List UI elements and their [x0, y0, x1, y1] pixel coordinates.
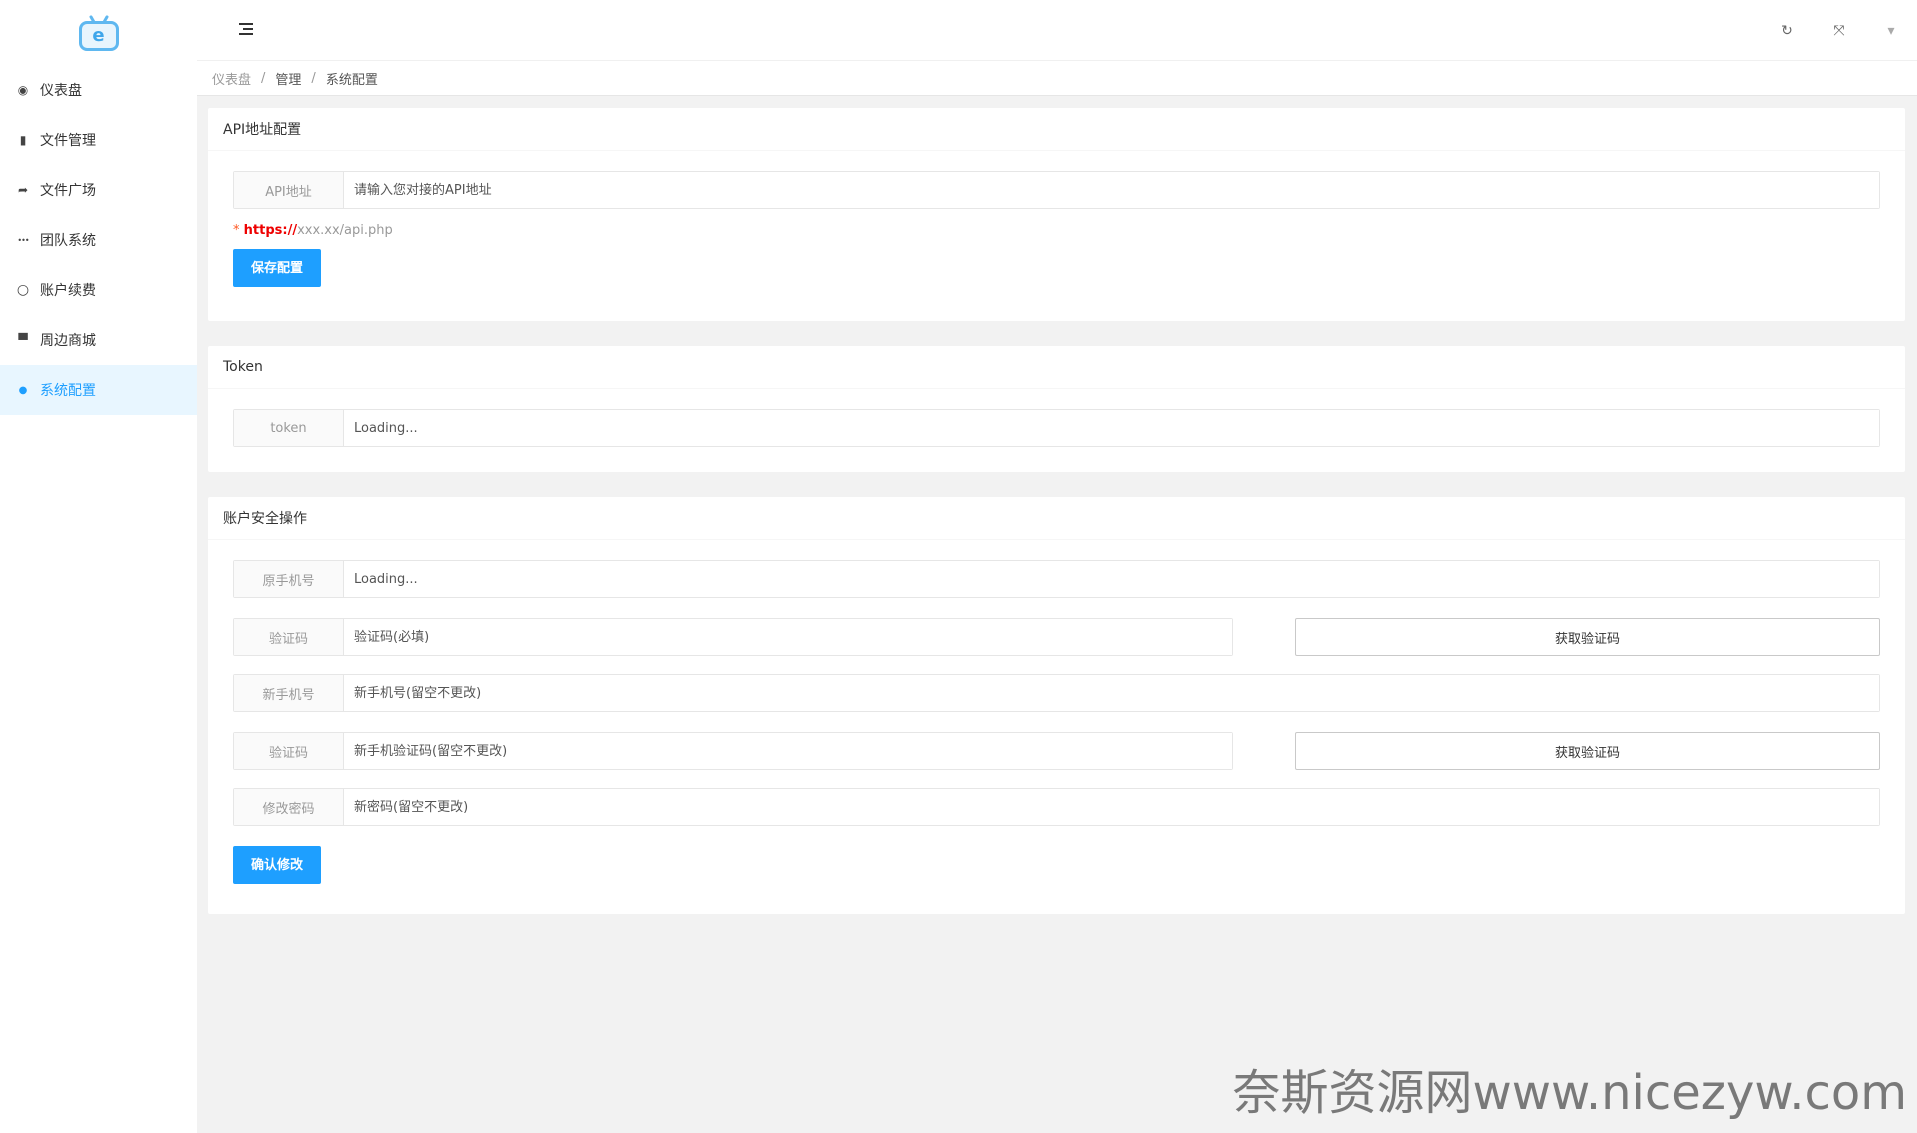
field-label: 验证码: [234, 619, 344, 655]
dashboard-icon: ◉: [17, 83, 29, 97]
old-phone-input[interactable]: [344, 561, 1879, 597]
sidebar-item-label: 周边商城: [40, 333, 96, 349]
sidebar-item-label: 文件广场: [40, 183, 96, 199]
ellipsis-icon: •••: [17, 235, 29, 245]
api-config-card: API地址配置 API地址 * https://xxx.xx/api.php 保…: [208, 108, 1905, 321]
api-url-field: API地址: [233, 171, 1880, 209]
new-code-field: 验证码: [233, 732, 1233, 770]
api-url-input[interactable]: [344, 172, 1879, 208]
account-security-card: 账户安全操作 原手机号 验证码 获取验证码 新手机号 验证码 获取验证码 修改密…: [208, 497, 1905, 914]
share-icon: ➦: [17, 183, 29, 197]
sidebar-item-label: 仪表盘: [40, 83, 82, 99]
fullscreen-icon[interactable]: ⤧: [1813, 0, 1865, 61]
breadcrumb-separator: /: [261, 70, 266, 86]
card-title: 账户安全操作: [208, 497, 1905, 540]
sidebar: e ◉ 仪表盘 ▮ 文件管理 ➦ 文件广场 ••• 团队系统 ○ 账户续费 ▀ …: [0, 0, 197, 1133]
cart-icon: ▀: [18, 333, 28, 347]
circle-icon: ○: [16, 282, 30, 298]
field-label: 新手机号: [234, 675, 344, 711]
card-title: API地址配置: [208, 108, 1905, 151]
verification-code-input[interactable]: [344, 619, 1232, 655]
sidebar-item-file-management[interactable]: ▮ 文件管理: [0, 115, 197, 165]
get-code-button[interactable]: 获取验证码: [1295, 618, 1880, 656]
old-phone-field: 原手机号: [233, 560, 1880, 598]
token-card: Token token: [208, 346, 1905, 472]
user-icon: ●: [18, 384, 28, 396]
confirm-change-button[interactable]: 确认修改: [233, 846, 322, 884]
new-password-input[interactable]: [344, 789, 1879, 825]
breadcrumb-current: 系统配置: [325, 72, 378, 88]
header-actions: ↻ ⤧ ▾: [1761, 0, 1917, 61]
new-phone-field: 新手机号: [233, 674, 1880, 712]
menu-toggle-icon[interactable]: [239, 23, 253, 35]
card-title: Token: [208, 346, 1905, 389]
watermark: 奈斯资源网www.nicezyw.com: [1232, 1065, 1907, 1121]
sidebar-item-renewal[interactable]: ○ 账户续费: [0, 265, 197, 315]
sidebar-item-shop[interactable]: ▀ 周边商城: [0, 315, 197, 365]
sidebar-item-team[interactable]: ••• 团队系统: [0, 215, 197, 265]
new-phone-input[interactable]: [344, 675, 1879, 711]
new-phone-code-input[interactable]: [344, 733, 1232, 769]
field-label: API地址: [234, 172, 344, 208]
sidebar-item-system-config[interactable]: ● 系统配置: [0, 365, 197, 415]
get-new-code-button[interactable]: 获取验证码: [1295, 732, 1880, 770]
sidebar-nav: ◉ 仪表盘 ▮ 文件管理 ➦ 文件广场 ••• 团队系统 ○ 账户续费 ▀ 周边…: [0, 65, 197, 415]
file-icon: ▮: [19, 133, 27, 147]
sidebar-item-file-square[interactable]: ➦ 文件广场: [0, 165, 197, 215]
sidebar-item-label: 账户续费: [40, 283, 96, 299]
token-field: token: [233, 409, 1880, 447]
password-field: 修改密码: [233, 788, 1880, 826]
breadcrumb: 仪表盘 / 管理 / 系统配置: [197, 61, 1917, 96]
code-field: 验证码: [233, 618, 1233, 656]
breadcrumb-manage[interactable]: 管理: [275, 69, 301, 88]
field-label: 验证码: [234, 733, 344, 769]
token-input[interactable]: [344, 410, 1879, 446]
field-label: 原手机号: [234, 561, 344, 597]
sidebar-item-label: 系统配置: [40, 383, 96, 399]
breadcrumb-separator: /: [311, 70, 316, 86]
tv-e-logo-icon: e: [78, 14, 119, 51]
field-label: 修改密码: [234, 789, 344, 825]
refresh-icon[interactable]: ↻: [1761, 0, 1813, 61]
save-config-button[interactable]: 保存配置: [233, 249, 322, 287]
logo[interactable]: e: [0, 0, 197, 65]
api-url-hint: * https://xxx.xx/api.php: [233, 223, 393, 238]
sidebar-item-label: 团队系统: [40, 233, 96, 249]
sidebar-item-dashboard[interactable]: ◉ 仪表盘: [0, 65, 197, 115]
breadcrumb-dashboard[interactable]: 仪表盘: [212, 69, 251, 88]
chevron-down-icon[interactable]: ▾: [1865, 0, 1917, 61]
field-label: token: [234, 410, 344, 446]
sidebar-item-label: 文件管理: [40, 133, 96, 149]
top-header: ↻ ⤧ ▾: [197, 0, 1917, 61]
